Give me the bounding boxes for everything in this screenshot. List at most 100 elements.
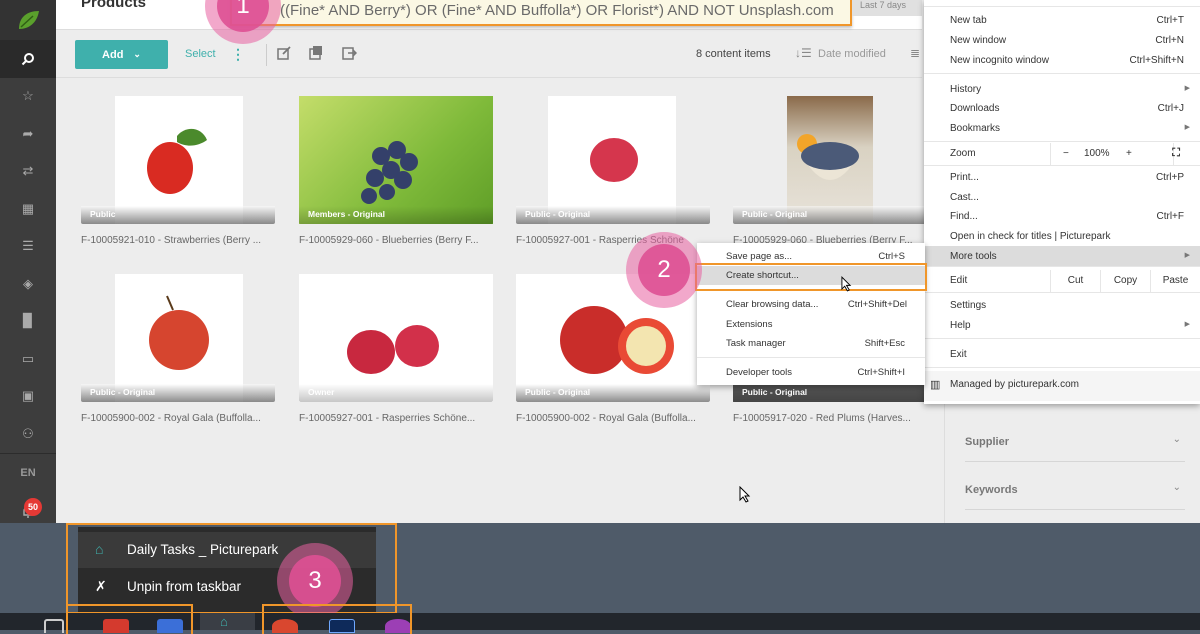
content-item[interactable]: Public - Original F-10005929-060 - Blueb… xyxy=(733,96,927,246)
photoshop-app-icon[interactable] xyxy=(329,619,355,633)
zoom-out-button[interactable]: − xyxy=(1063,148,1069,159)
more-options-icon[interactable]: ⋮ xyxy=(231,46,245,63)
layers-icon: ◈ xyxy=(23,275,33,291)
menu-item-managed[interactable]: ▥ Managed by picturepark.com xyxy=(924,371,1200,401)
menu-item-find[interactable]: Find... Ctrl+F xyxy=(924,206,1200,226)
facet-supplier[interactable]: Supplier ⌄ xyxy=(965,414,1185,462)
visibility-badge: Owner xyxy=(299,384,493,402)
thumbnail[interactable]: Owner xyxy=(299,274,493,402)
unpin-icon: ✗ xyxy=(95,578,107,594)
submenu-arrow-icon: ▶ xyxy=(1184,85,1190,92)
mouse-cursor-icon xyxy=(841,276,852,292)
menu-item-new-incognito[interactable]: New incognito window Ctrl+Shift+N xyxy=(924,50,1200,70)
menu-item-bookmarks[interactable]: Bookmarks ▶ xyxy=(924,118,1200,138)
calendar-app-icon[interactable] xyxy=(157,619,183,633)
menu-item-create-shortcut[interactable]: Create shortcut... xyxy=(697,266,925,285)
sidebar-item-share[interactable]: ➦ xyxy=(0,115,56,153)
picturepark-taskbar-button[interactable]: ⌂ xyxy=(200,613,255,630)
menu-item-clear-browsing-data[interactable]: Clear browsing data... Ctrl+Shift+Del xyxy=(697,295,925,314)
menu-divider xyxy=(924,367,1200,368)
thumbnail[interactable]: Public - Original xyxy=(733,96,927,224)
menu-item-new-tab[interactable]: New tab Ctrl+T xyxy=(924,10,1200,30)
sidebar-item-document[interactable]: ▉ xyxy=(0,303,56,341)
date-filter[interactable]: Last 7 days xyxy=(852,0,922,16)
task-view-icon[interactable] xyxy=(44,619,64,633)
sidebar-item-layers[interactable]: ◈ xyxy=(0,265,56,303)
mail-app-icon[interactable] xyxy=(103,619,129,633)
chevron-down-icon: ⌄ xyxy=(133,49,141,59)
menu-divider xyxy=(924,338,1200,339)
item-caption[interactable]: F-10005900-002 - Royal Gala (Buffolla... xyxy=(81,413,281,424)
fullscreen-icon[interactable]: ⛶ xyxy=(1172,147,1180,160)
thumbnail[interactable]: Members - Original xyxy=(299,96,493,224)
menu-item-help[interactable]: Help ▶ xyxy=(924,315,1200,335)
view-toggle-icon[interactable]: ≣ xyxy=(910,46,920,60)
cut-button[interactable]: Cut xyxy=(1050,270,1100,292)
sort-icon[interactable]: ↓☰ xyxy=(795,46,812,60)
content-item[interactable]: Public - Original F-10005927-001 - Raspe… xyxy=(516,96,710,246)
facet-keywords[interactable]: Keywords ⌄ xyxy=(965,462,1185,510)
content-item[interactable]: Members - Original F-10005929-060 - Blue… xyxy=(299,96,493,246)
menu-divider xyxy=(924,292,1200,293)
sidebar-item-wallet[interactable]: ▣ xyxy=(0,378,56,416)
item-caption[interactable]: F-10005929-060 - Blueberries (Berry F... xyxy=(299,235,499,246)
content-item[interactable]: Public - Original F-10005900-002 - Royal… xyxy=(81,274,275,424)
facet-label: Keywords xyxy=(965,484,1018,496)
edit-icon[interactable] xyxy=(276,45,292,61)
menu-item-exit[interactable]: Exit xyxy=(924,344,1200,364)
language-switch[interactable]: EN xyxy=(0,454,56,492)
app-icon[interactable] xyxy=(385,619,411,633)
menu-item-save-page[interactable]: Save page as... Ctrl+S xyxy=(697,247,925,266)
step-marker-2: 2 xyxy=(626,232,702,308)
sidebar-item-card[interactable]: ▭ xyxy=(0,340,56,378)
sidebar-item-list[interactable]: ☰ xyxy=(0,228,56,266)
menu-item-print[interactable]: Print... Ctrl+P xyxy=(924,167,1200,187)
item-caption[interactable]: F-10005921-010 - Strawberries (Berry ... xyxy=(81,235,281,246)
leaf-logo-icon xyxy=(19,11,39,29)
select-button[interactable]: Select xyxy=(185,48,216,60)
logo xyxy=(0,0,56,40)
menu-item-cast[interactable]: Cast... xyxy=(924,187,1200,207)
sidebar-item-grid[interactable]: ▦ xyxy=(0,190,56,228)
menu-item-open-in[interactable]: Open in check for titles | Picturepark xyxy=(924,226,1200,246)
menu-item-developer-tools[interactable]: Developer tools Ctrl+Shift+I xyxy=(697,363,925,382)
item-count: 8 content items xyxy=(696,48,771,60)
sidebar-item-search[interactable] xyxy=(0,40,56,78)
blueberries-bowl-image xyxy=(787,96,873,224)
zoom-in-button[interactable]: + xyxy=(1126,148,1132,159)
content-item[interactable]: Owner F-10005927-001 - Rasperries Schöne… xyxy=(299,274,493,424)
export-icon[interactable] xyxy=(341,45,357,61)
menu-item-settings[interactable]: Settings xyxy=(924,295,1200,315)
visibility-badge: Public - Original xyxy=(733,384,927,402)
thumbnail[interactable]: Public xyxy=(81,96,275,224)
menu-item-extensions[interactable]: Extensions xyxy=(697,315,925,334)
sidebar-item-favorites[interactable]: ☆ xyxy=(0,78,56,116)
item-caption[interactable]: F-10005927-001 - Rasperries Schöne... xyxy=(299,413,499,424)
paste-button[interactable]: Paste xyxy=(1150,270,1200,292)
menu-item-new-window[interactable]: New window Ctrl+N xyxy=(924,30,1200,50)
notifications-button[interactable]: 50 xyxy=(0,492,56,524)
submenu-arrow-icon: ▶ xyxy=(1184,252,1190,259)
menu-item-downloads[interactable]: Downloads Ctrl+J xyxy=(924,98,1200,118)
visibility-badge: Public - Original xyxy=(516,384,710,402)
sidebar-item-transfer[interactable]: ⇄ xyxy=(0,153,56,191)
content-item[interactable]: Public F-10005921-010 - Strawberries (Be… xyxy=(81,96,275,246)
menu-item-more-tools[interactable]: More tools ▶ xyxy=(924,246,1200,266)
chrome-app-icon[interactable] xyxy=(272,619,298,633)
menu-item-history[interactable]: History ▶ xyxy=(924,79,1200,99)
sidebar-item-users[interactable]: ⚇ xyxy=(0,415,56,453)
sort-dropdown[interactable]: Date modified xyxy=(818,48,886,60)
menu-item-task-manager[interactable]: Task manager Shift+Esc xyxy=(697,334,925,353)
add-button[interactable]: Add ⌄ xyxy=(75,40,168,69)
search-input[interactable]: ((Fine* AND Berry*) OR (Fine* AND Buffol… xyxy=(230,0,852,26)
picturepark-icon: ⌂ xyxy=(220,614,228,629)
thumbnail[interactable]: Public - Original xyxy=(81,274,275,402)
item-caption[interactable]: F-10005917-020 - Red Plums (Harves... xyxy=(733,413,933,424)
zoom-level: 100% xyxy=(1084,148,1110,159)
copy-icon[interactable] xyxy=(308,45,324,61)
item-caption[interactable]: F-10005900-002 - Royal Gala (Buffolla... xyxy=(516,413,716,424)
copy-button[interactable]: Copy xyxy=(1100,270,1150,292)
wallet-icon: ▣ xyxy=(21,388,35,404)
thumbnail[interactable]: Public - Original xyxy=(516,96,710,224)
chevron-down-icon: ⌄ xyxy=(1172,482,1181,493)
